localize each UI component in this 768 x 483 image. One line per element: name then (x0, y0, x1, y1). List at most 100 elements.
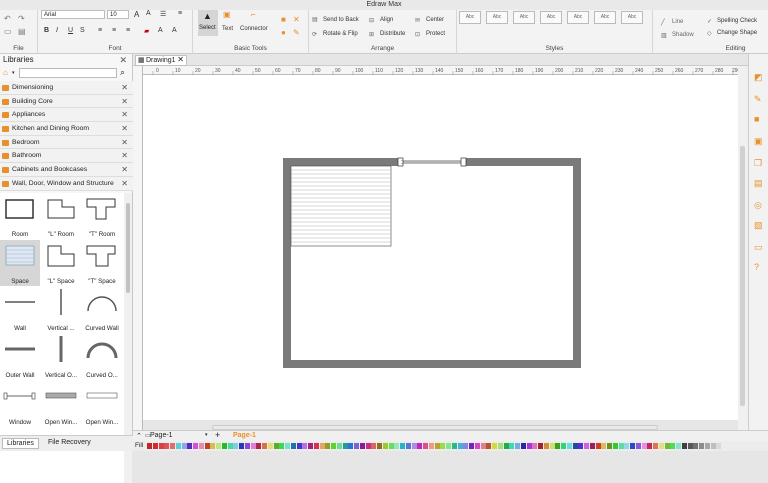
library-scroll-thumb[interactable] (126, 203, 130, 293)
align-button[interactable]: Align (380, 17, 393, 23)
comment-panel-icon[interactable]: ▭ (754, 242, 764, 252)
color-swatch[interactable] (198, 443, 204, 449)
color-swatch[interactable] (227, 443, 233, 449)
color-swatch[interactable] (342, 443, 348, 449)
list-icon[interactable]: ☰ (160, 10, 166, 18)
color-swatch[interactable] (624, 443, 630, 449)
color-swatch[interactable] (681, 443, 687, 449)
color-swatch[interactable] (497, 443, 503, 449)
align-right-icon[interactable]: ≡ (126, 27, 130, 34)
color-swatch[interactable] (158, 443, 164, 449)
color-swatch[interactable] (233, 443, 239, 449)
color-swatch[interactable] (365, 443, 371, 449)
center-button[interactable]: Center (426, 17, 444, 23)
color-swatch[interactable] (405, 443, 411, 449)
data-panel-icon[interactable]: ▤ (754, 178, 764, 188)
align-icon[interactable]: ≡ (178, 10, 182, 17)
layers-panel-icon[interactable]: ❐ (754, 158, 764, 168)
shape-open-window-1[interactable]: Open Win... (41, 381, 81, 427)
fill-panel-icon[interactable]: ◩ (754, 72, 764, 82)
color-swatch[interactable] (308, 443, 313, 449)
color-swatch[interactable] (428, 443, 434, 449)
line-panel-icon[interactable]: ✎ (754, 94, 764, 104)
attachment-panel-icon[interactable]: ▧ (754, 220, 764, 230)
close-tab-icon[interactable]: ✕ (177, 55, 184, 65)
color-swatch[interactable] (394, 443, 400, 449)
color-swatch[interactable] (204, 443, 210, 449)
page-tab-active[interactable]: Page-1 (233, 432, 256, 439)
rotate-flip-button[interactable]: Rotate & Flip (323, 31, 358, 37)
style-swatch-4[interactable]: Abc (540, 11, 562, 24)
style-swatch-1[interactable]: Abc (459, 11, 481, 24)
close-category-icon[interactable]: ✕ (121, 81, 128, 94)
color-swatch[interactable] (319, 443, 325, 449)
spelling-check-button[interactable]: Spelling Check (717, 18, 757, 24)
color-swatch[interactable] (589, 443, 595, 449)
color-swatch[interactable] (147, 443, 152, 449)
font-color-icon[interactable]: A (172, 27, 177, 34)
send-to-back-button[interactable]: Send to Back (323, 17, 359, 23)
color-swatch[interactable] (400, 443, 405, 449)
color-swatch[interactable] (538, 443, 543, 449)
connector-icon[interactable]: ⌐ (251, 10, 256, 19)
shape-open-window-2[interactable]: Open Win... (82, 381, 122, 427)
color-swatch[interactable] (676, 443, 681, 449)
page-dropdown-icon[interactable]: ▾ (205, 432, 208, 438)
save-icon[interactable]: ▤ (18, 27, 26, 36)
color-swatch[interactable] (515, 443, 520, 449)
change-shape-button[interactable]: Change Shape (717, 30, 757, 36)
color-swatch[interactable] (584, 443, 589, 449)
shape-t-space[interactable]: "T" Space (82, 240, 122, 286)
color-swatch[interactable] (302, 443, 308, 449)
text-tool-icon[interactable]: ▣ (223, 10, 231, 19)
color-swatch[interactable] (216, 443, 221, 449)
library-search-input[interactable] (19, 68, 117, 78)
rectangle-shape-icon[interactable]: ■ (281, 15, 286, 24)
color-swatch[interactable] (532, 443, 538, 449)
shape-l-room[interactable]: "L" Room (41, 193, 81, 239)
color-swatch[interactable] (578, 443, 584, 449)
color-swatch[interactable] (693, 443, 699, 449)
shrink-font-icon[interactable]: A (146, 10, 151, 17)
color-swatch[interactable] (566, 443, 572, 449)
category-bathroom[interactable]: Bathroom ✕ (0, 149, 133, 164)
color-swatch[interactable] (434, 443, 440, 449)
color-swatch[interactable] (641, 443, 647, 449)
style-swatch-7[interactable]: Abc (621, 11, 643, 24)
color-swatch[interactable] (595, 443, 601, 449)
protect-button[interactable]: Protect (426, 31, 445, 37)
category-kitchen[interactable]: Kitchen and Dining Room ✕ (0, 122, 133, 136)
style-swatch-2[interactable]: Abc (486, 11, 508, 24)
color-swatch[interactable] (239, 443, 244, 449)
align-center-icon[interactable]: ≡ (112, 27, 116, 34)
color-swatch[interactable] (601, 443, 607, 449)
color-swatch[interactable] (480, 443, 486, 449)
color-swatch[interactable] (469, 443, 474, 449)
category-cabinets[interactable]: Cabinets and Bookcases ✕ (0, 163, 133, 177)
category-dimensioning[interactable]: Dimensioning ✕ (0, 81, 133, 95)
color-swatch[interactable] (417, 443, 423, 449)
close-category-icon[interactable]: ✕ (121, 122, 128, 135)
canvas-scroll-thumb[interactable] (740, 146, 745, 406)
color-swatch[interactable] (152, 443, 158, 449)
text-tool-label[interactable]: Text (222, 26, 233, 32)
color-swatch[interactable] (193, 443, 198, 449)
color-swatch[interactable] (348, 443, 354, 449)
close-category-icon[interactable]: ✕ (121, 136, 128, 149)
font-size-select[interactable]: 10 (107, 10, 129, 19)
close-library-icon[interactable]: ✕ (119, 55, 127, 66)
color-swatch[interactable] (612, 443, 618, 449)
tab-file-recovery[interactable]: File Recovery (44, 438, 95, 447)
color-swatch[interactable] (325, 443, 331, 449)
color-swatch[interactable] (377, 443, 382, 449)
color-swatch[interactable] (210, 443, 216, 449)
category-appliances[interactable]: Appliances ✕ (0, 108, 133, 123)
color-swatch[interactable] (313, 443, 319, 449)
color-swatch[interactable] (256, 443, 262, 449)
font-name-select[interactable]: Arial (41, 10, 105, 19)
help-panel-icon[interactable]: ? (754, 262, 764, 272)
color-swatch[interactable] (296, 443, 302, 449)
style-swatch-3[interactable]: Abc (513, 11, 535, 24)
color-swatch[interactable] (543, 443, 549, 449)
category-building-core[interactable]: Building Core ✕ (0, 94, 133, 109)
